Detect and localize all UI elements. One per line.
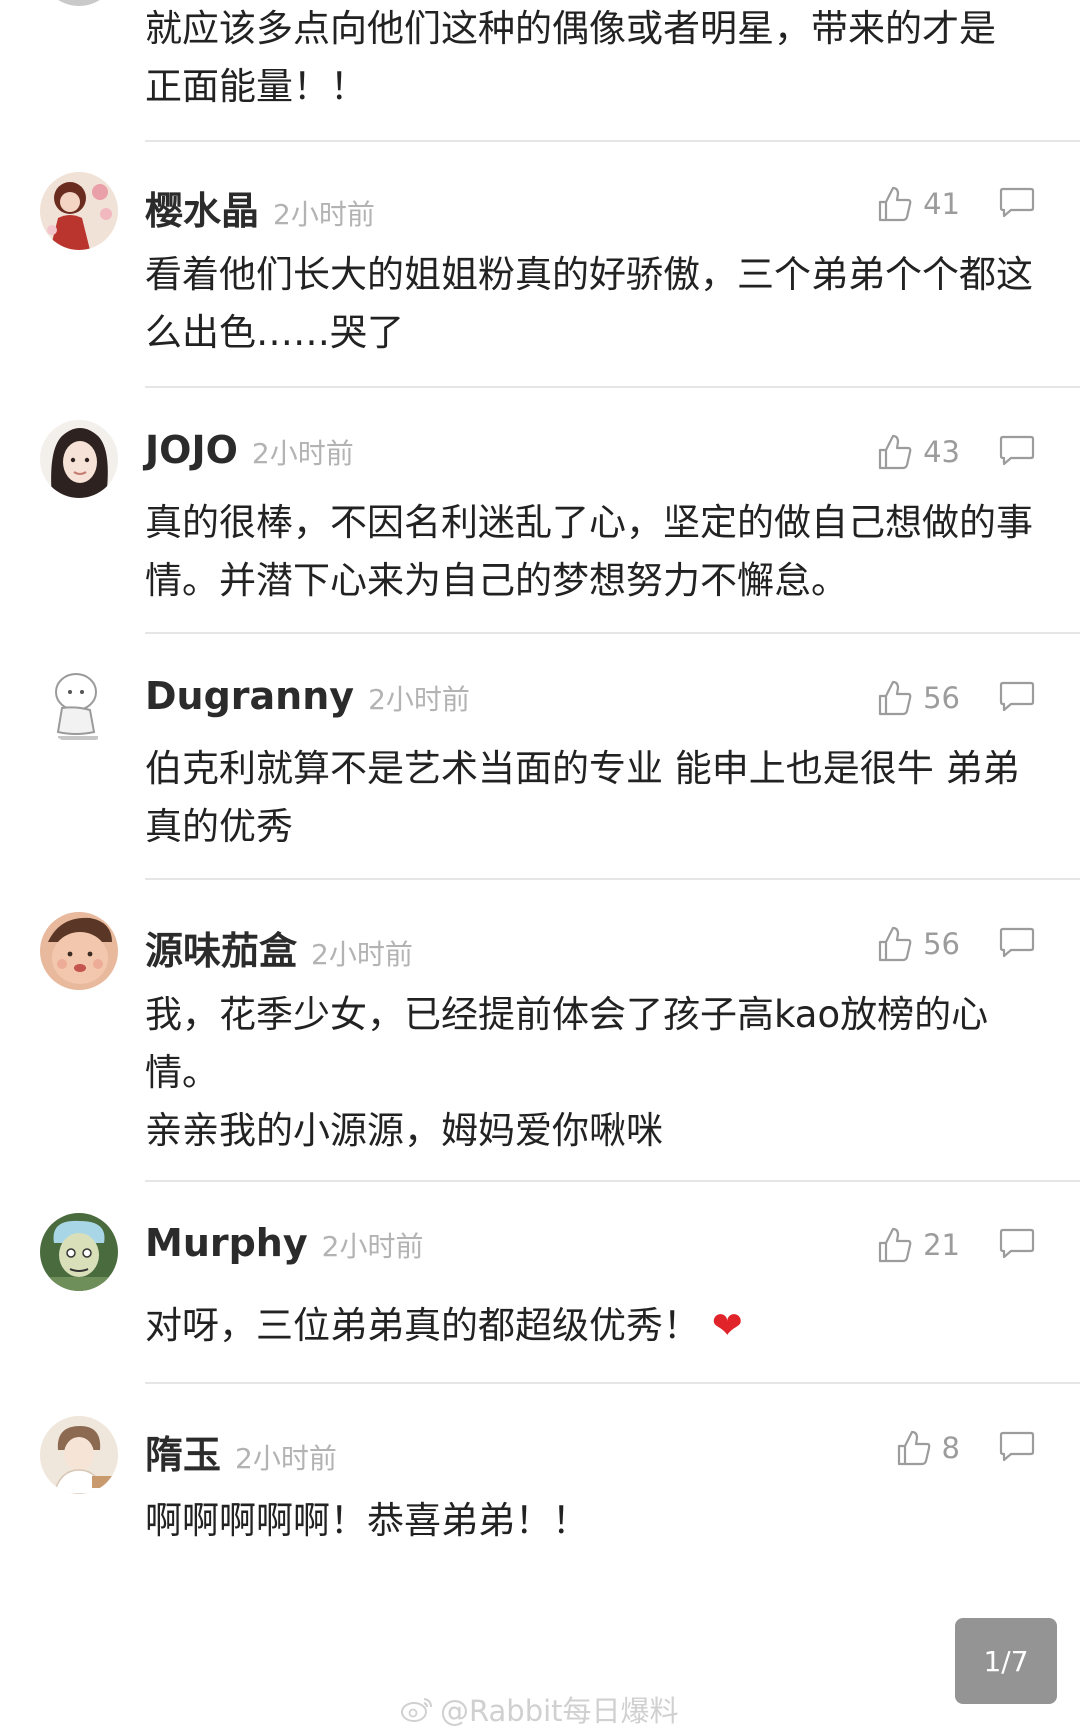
comment-bubble-icon <box>999 1228 1035 1259</box>
like-button[interactable]: 8 <box>896 1424 960 1472</box>
username-text: Murphy <box>145 1221 308 1265</box>
comment-bubble-icon <box>999 435 1035 466</box>
thumbs-up-icon <box>878 186 912 222</box>
like-count: 56 <box>923 927 960 961</box>
comment-text: 我，花季少女，已经提前体会了孩子高kao放榜的心情。 <box>145 993 989 1094</box>
comment-time: 2小时前 <box>235 1442 337 1475</box>
reply-button[interactable] <box>999 680 1035 716</box>
reply-button[interactable] <box>999 926 1035 962</box>
avatar[interactable] <box>40 666 118 744</box>
username-text: 樱水晶 <box>145 189 260 233</box>
username-text: 源味茄盒 <box>145 929 298 973</box>
avatar[interactable] <box>40 0 118 6</box>
username-text: Dugranny <box>145 674 355 718</box>
username[interactable]: 源味茄盒 2小时前 <box>145 920 413 975</box>
comment-time: 2小时前 <box>311 938 413 971</box>
comment-text: 对呀，三位弟弟真的都超级优秀！ ❤ <box>145 1297 1045 1355</box>
reply-button[interactable] <box>999 1227 1035 1263</box>
avatar[interactable] <box>40 912 118 990</box>
comment-text: 啊啊啊啊啊！恭喜弟弟！！ <box>145 1499 589 1542</box>
username-text: JOJO <box>145 428 238 472</box>
username-text: 隋玉 <box>145 1433 222 1477</box>
username[interactable]: Dugranny 2小时前 <box>145 674 470 718</box>
comment-divider <box>145 878 1080 880</box>
thumbs-up-icon <box>878 1227 912 1263</box>
like-button[interactable]: 43 <box>877 428 960 476</box>
reply-button[interactable] <box>999 434 1035 470</box>
like-button[interactable]: 41 <box>877 180 960 228</box>
weibo-logo-icon <box>401 1698 432 1722</box>
comment-bubble-icon <box>999 681 1035 712</box>
comment-divider <box>145 1382 1080 1384</box>
reply-button[interactable] <box>999 186 1035 222</box>
username[interactable]: 樱水晶 2小时前 <box>145 180 375 235</box>
like-count: 8 <box>941 1431 960 1465</box>
avatar[interactable] <box>40 1213 118 1291</box>
comment-time: 2小时前 <box>368 683 470 716</box>
comment-time: 2小时前 <box>251 437 354 470</box>
comment-bubble-icon <box>999 927 1035 958</box>
username[interactable]: 隋玉 2小时前 <box>145 1424 337 1479</box>
like-button[interactable]: 56 <box>877 674 960 722</box>
comment-text: 看着他们长大的姐姐粉真的好骄傲，三个弟弟个个都这么出色……哭了 <box>145 253 1033 354</box>
comment-divider <box>145 632 1080 634</box>
comment-divider <box>145 140 1080 142</box>
like-count: 56 <box>923 681 960 715</box>
username[interactable]: Murphy 2小时前 <box>145 1221 423 1265</box>
like-button[interactable]: 56 <box>877 920 960 968</box>
comment-list: 就应该多点向他们这种的偶像或者明星，带来的才是正面能量！！ 樱水晶 2小时前 41… <box>0 0 1080 1728</box>
page-indicator: 1/7 <box>955 1618 1057 1704</box>
thumbs-up-icon <box>878 434 912 470</box>
comment-text: 伯克利就算不是艺术当面的专业 能申上也是很牛 弟弟真的优秀 <box>145 747 1020 848</box>
comment-text: 真的很棒，不因名利迷乱了心，坚定的做自己想做的事情。并潜下心来为自己的梦想努力不… <box>145 501 1033 602</box>
comment-time: 2小时前 <box>273 198 375 231</box>
avatar[interactable] <box>40 420 118 498</box>
heart-emoji-icon: ❤ <box>711 1304 743 1347</box>
like-count: 21 <box>923 1228 960 1262</box>
comment-text: 就应该多点向他们这种的偶像或者明星，带来的才是正面能量！！ <box>145 7 996 108</box>
thumbs-up-icon <box>878 926 912 962</box>
username[interactable]: JOJO 2小时前 <box>145 428 354 472</box>
thumbs-up-icon <box>878 680 912 716</box>
comment-divider <box>145 386 1080 388</box>
page-indicator-text: 1/7 <box>983 1644 1029 1678</box>
like-button[interactable]: 21 <box>877 1221 960 1269</box>
like-count: 41 <box>923 187 960 221</box>
comment-bubble-icon <box>999 187 1035 218</box>
comment-text: 亲亲我的小源源，姆妈爱你啾咪 <box>145 1109 663 1152</box>
reply-button[interactable] <box>999 1430 1035 1466</box>
comment-bubble-icon <box>999 1431 1035 1462</box>
comment-divider <box>145 1180 1080 1182</box>
avatar[interactable] <box>40 172 118 250</box>
thumbs-up-icon <box>897 1430 930 1466</box>
avatar[interactable] <box>40 1416 118 1494</box>
comment-text-content: 对呀，三位弟弟真的都超级优秀！ <box>145 1304 700 1347</box>
like-count: 43 <box>923 435 960 469</box>
comment-time: 2小时前 <box>321 1230 424 1263</box>
